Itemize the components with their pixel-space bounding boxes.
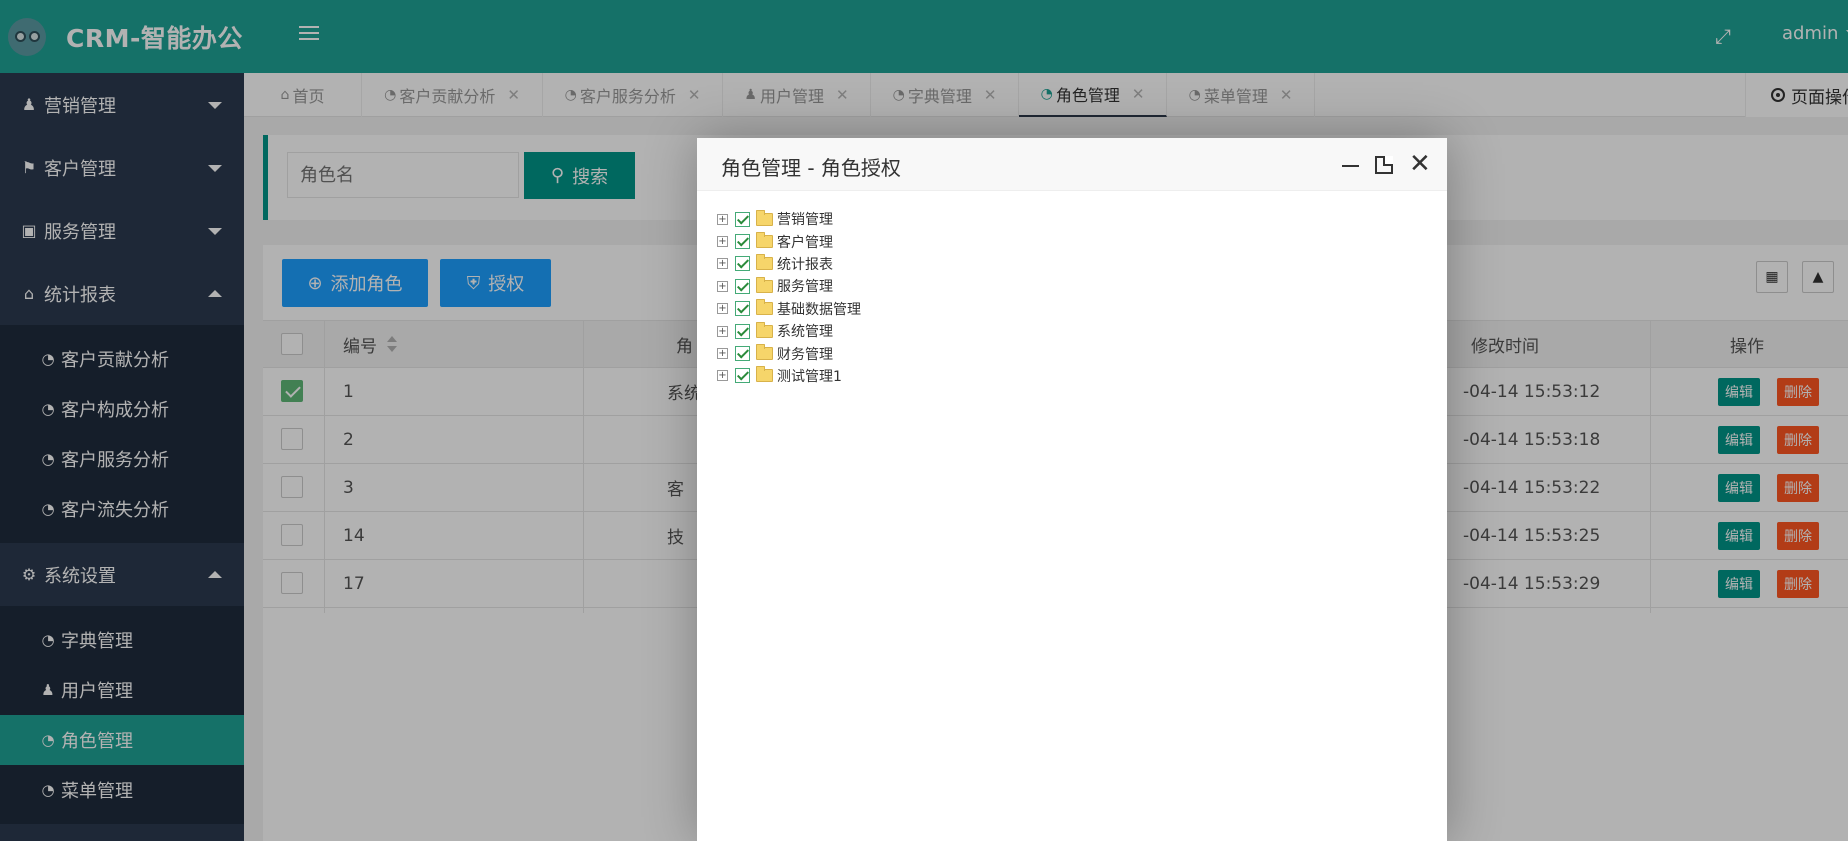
tree-node-label[interactable]: 测试管理1 (777, 366, 842, 386)
role-permission-dialog: 角色管理 - 角色授权 ✕ + 营销管理 + 客户管理 + 统计报表 + 服务管理 + 基… (697, 138, 1447, 841)
tree-checkbox[interactable] (735, 346, 750, 362)
tree-checkbox[interactable] (735, 323, 750, 339)
folder-icon (756, 254, 773, 271)
tree-checkbox[interactable] (735, 234, 750, 250)
dialog-header: 角色管理 - 角色授权 ✕ (697, 138, 1447, 191)
tree-node[interactable]: + 测试管理1 (717, 365, 861, 387)
tree-node-label[interactable]: 营销管理 (777, 209, 833, 229)
folder-icon (756, 344, 773, 361)
expand-icon[interactable]: + (717, 303, 728, 315)
tree-node[interactable]: + 基础数据管理 (717, 298, 861, 320)
tree-checkbox[interactable] (735, 301, 750, 317)
tree-node[interactable]: + 统计报表 (717, 253, 861, 275)
tree-node[interactable]: + 财务管理 (717, 342, 861, 364)
tree-node[interactable]: + 系统管理 (717, 320, 861, 342)
folder-icon (756, 276, 773, 293)
close-icon[interactable]: ✕ (1409, 151, 1431, 177)
expand-icon[interactable]: + (717, 370, 728, 382)
folder-icon (756, 232, 773, 249)
expand-icon[interactable]: + (717, 258, 728, 270)
tree-node-label[interactable]: 统计报表 (777, 254, 833, 274)
tree-checkbox[interactable] (735, 256, 750, 272)
tree-node-label[interactable]: 财务管理 (777, 344, 833, 364)
tree-node[interactable]: + 服务管理 (717, 275, 861, 297)
tree-node[interactable]: + 营销管理 (717, 208, 861, 230)
folder-icon (756, 299, 773, 316)
expand-icon[interactable]: + (717, 236, 728, 248)
tree-node[interactable]: + 客户管理 (717, 230, 861, 252)
folder-icon (756, 321, 773, 338)
tree-checkbox[interactable] (735, 211, 750, 227)
minimize-icon[interactable] (1342, 165, 1359, 167)
expand-icon[interactable]: + (717, 325, 728, 337)
expand-icon[interactable]: + (717, 280, 728, 292)
dialog-title: 角色管理 - 角色授权 (721, 156, 901, 180)
tree-checkbox[interactable] (735, 278, 750, 294)
expand-icon[interactable]: + (717, 348, 728, 360)
permission-tree: + 营销管理 + 客户管理 + 统计报表 + 服务管理 + 基础数据管理 + 系统管理 + 财… (717, 208, 861, 387)
tree-node-label[interactable]: 系统管理 (777, 321, 833, 341)
expand-icon[interactable]: + (717, 213, 728, 225)
tree-node-label[interactable]: 服务管理 (777, 276, 833, 296)
tree-node-label[interactable]: 基础数据管理 (777, 299, 861, 319)
folder-icon (756, 366, 773, 383)
maximize-icon[interactable] (1375, 156, 1393, 174)
tree-checkbox[interactable] (735, 368, 750, 384)
tree-node-label[interactable]: 客户管理 (777, 232, 833, 252)
folder-icon (756, 209, 773, 226)
